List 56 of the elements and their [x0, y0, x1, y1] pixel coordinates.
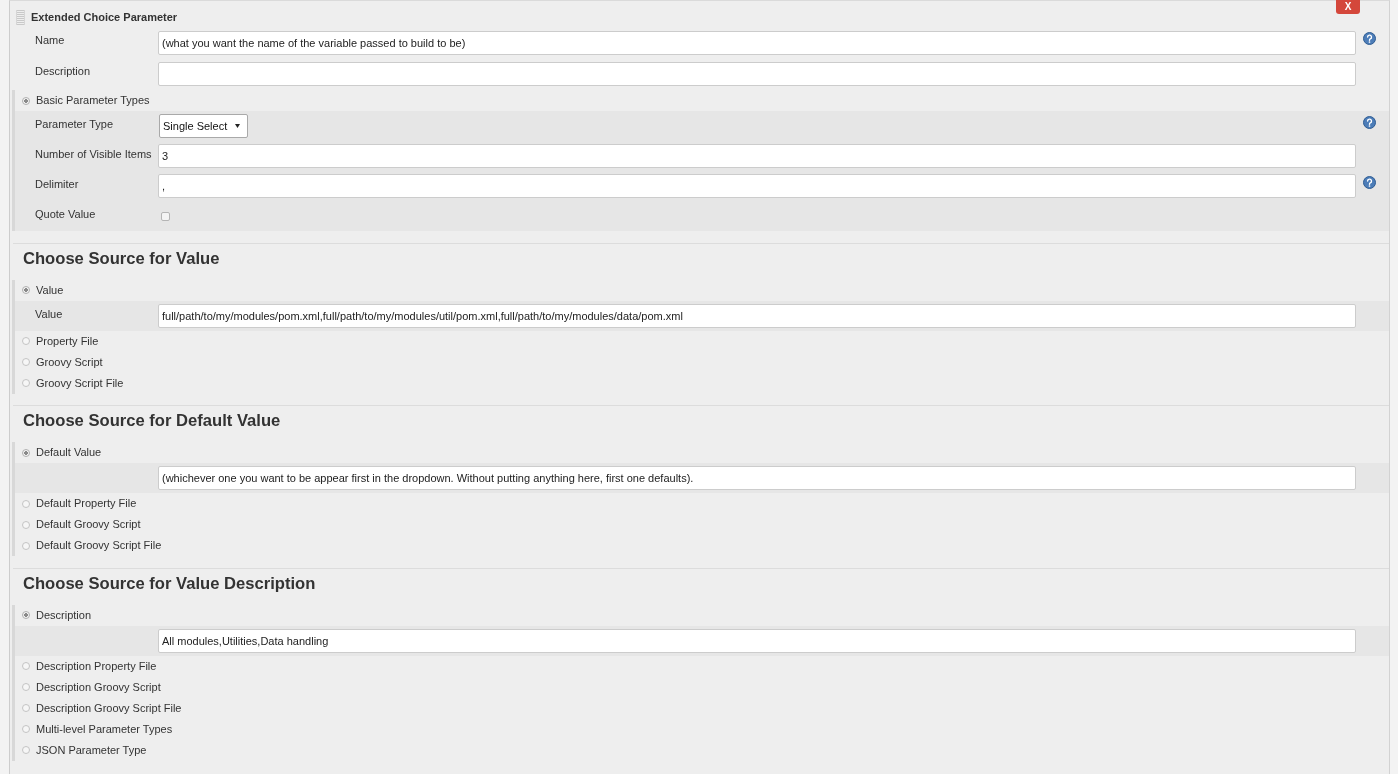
radio-label: JSON Parameter Type	[36, 743, 147, 757]
section-heading: Choose Source for Default Value	[23, 411, 281, 430]
help-icon[interactable]	[1363, 32, 1376, 45]
checkbox[interactable]	[161, 212, 170, 221]
section-title: Extended Choice Parameter	[31, 11, 178, 24]
text-field[interactable]: ,	[158, 174, 1356, 198]
field-label: Number of Visible Items	[35, 148, 152, 160]
field-label: Parameter Type	[35, 118, 114, 130]
help-icon[interactable]	[1363, 116, 1376, 129]
radio-label: Multi-level Parameter Types	[36, 722, 173, 736]
radio-button[interactable]	[22, 337, 30, 345]
radio-label: Basic Parameter Types	[36, 94, 150, 107]
radio-button[interactable]	[22, 662, 30, 670]
section-heading: Choose Source for Value Description	[23, 573, 316, 593]
radio-label: Groovy Script	[36, 355, 103, 369]
radio-button[interactable]	[22, 358, 30, 366]
caret-icon	[235, 124, 241, 128]
radio-label: Default Groovy Script	[36, 518, 141, 531]
text-field[interactable]: full/path/to/my/modules/pom.xml,full/path/to/my/modules/util/pom.xml,full/path/to/my/modules/data/pom.xml	[158, 303, 1356, 328]
text-field[interactable]: 3	[158, 144, 1356, 168]
delete-button[interactable]: X	[1336, 0, 1360, 14]
radio-label: Groovy Script File	[36, 376, 124, 390]
radio-button[interactable]	[22, 683, 30, 691]
field-label: Name	[35, 34, 65, 46]
radio-label: Description Groovy Script	[36, 680, 161, 694]
radio-label: Default Property File	[36, 497, 137, 510]
text-field[interactable]: (whichever one you want to be appear first in the dropdown. Without putting anything here, first one defaults).	[158, 466, 1356, 490]
drag-handle-icon[interactable]	[16, 10, 25, 25]
radio-button[interactable]	[22, 746, 30, 754]
radio-label: Description	[36, 608, 92, 622]
radio-label: Description Groovy Script File	[36, 701, 182, 715]
radio-button[interactable]	[22, 520, 30, 529]
radio-button[interactable]	[22, 499, 30, 508]
field-label: Value	[35, 307, 63, 320]
dropdown[interactable]: Single Select	[159, 114, 249, 138]
help-icon[interactable]	[1363, 176, 1376, 189]
text-field[interactable]	[158, 62, 1356, 86]
radio-button[interactable]	[22, 96, 30, 105]
radio-label: Property File	[36, 334, 99, 348]
radio-label: Value	[36, 283, 64, 297]
text-field[interactable]: (what you want the name of the variable passed to build to be)	[158, 31, 1356, 55]
field-label: Delimiter	[35, 178, 79, 190]
radio-label: Default Value	[36, 446, 102, 459]
section-heading: Choose Source for Value	[23, 248, 220, 268]
radio-button[interactable]	[22, 286, 30, 294]
radio-button[interactable]	[22, 379, 30, 387]
radio-label: Default Groovy Script File	[36, 539, 162, 552]
radio-button[interactable]	[22, 611, 30, 619]
radio-button[interactable]	[22, 704, 30, 712]
field-label: Description	[35, 65, 91, 77]
radio-button[interactable]	[22, 448, 30, 457]
text-field[interactable]: All modules,Utilities,Data handling	[158, 628, 1356, 653]
field-label: Quote Value	[35, 208, 96, 220]
radio-label: Description Property File	[36, 659, 157, 673]
radio-button[interactable]	[22, 541, 30, 550]
radio-button[interactable]	[22, 725, 30, 733]
